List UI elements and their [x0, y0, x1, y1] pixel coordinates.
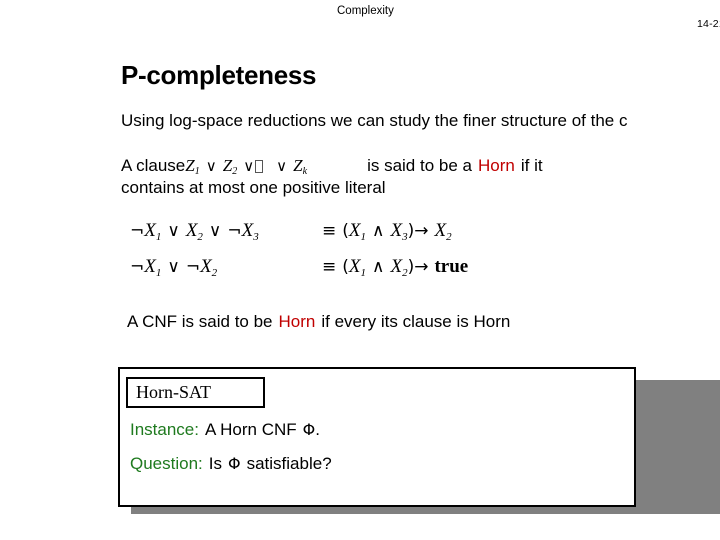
intro-paragraph: Using log-space reductions we can study …: [121, 111, 628, 130]
cnf-suffix-text: if every its clause is Horn: [321, 312, 511, 331]
header-page-number: 14-21: [697, 18, 720, 30]
horn-keyword: Horn: [278, 312, 316, 331]
instance-label: Instance:: [130, 420, 199, 439]
math-row-left: ¬X1 ∨ ¬X2: [130, 256, 218, 279]
question-value-post: satisfiable?: [246, 454, 332, 473]
cnf-definition-line: A CNF is said to be Horn if every its clau…: [127, 312, 510, 332]
instance-value: A Horn CNF: [205, 420, 297, 439]
horn-keyword: Horn: [477, 156, 515, 175]
clause-definition-line2: contains at most one positive literal: [121, 178, 386, 197]
true-literal: true: [434, 256, 469, 277]
phi-symbol: Φ: [228, 454, 241, 473]
question-row: Question: Is Φsatisfiable?: [130, 454, 332, 474]
problem-name-box: Horn-SAT: [126, 377, 265, 408]
clause-definition-paragraph: A clauseZ1 ∨ Z2 ∨ ∨ Zk is said to be a Horn if i…: [121, 155, 543, 197]
instance-period: .: [315, 420, 320, 439]
question-label: Question:: [130, 454, 203, 473]
math-row-right: ≡ (X1 ∧ X2)→ true: [322, 256, 469, 279]
instance-row: Instance: A Horn CNF Φ.: [130, 420, 320, 440]
problem-box: Horn-SAT Instance: A Horn CNF Φ. Question:…: [118, 367, 636, 507]
math-row-left: ¬X1 ∨ X2 ∨ ¬X3: [130, 220, 259, 243]
page-title: P-completeness: [121, 60, 317, 90]
clause-prefix-text: A clause: [121, 156, 186, 175]
clause-suffix-text: if it: [520, 156, 543, 175]
clause-formula: Z1 ∨ Z2 ∨ ∨ Zk: [185, 156, 308, 177]
header-title: Complexity: [337, 5, 394, 17]
question-value-pre: Is: [208, 454, 222, 473]
problem-name-label: Horn-SAT: [136, 382, 211, 402]
clause-middle-text: is said to be a: [367, 156, 472, 175]
phi-symbol: Φ: [302, 420, 316, 439]
math-row-right: ≡ (X1 ∧ X3)→ X2: [322, 220, 452, 243]
missing-glyph-box: [255, 160, 264, 173]
cnf-prefix-text: A CNF is said to be: [127, 312, 273, 331]
slide-canvas: Complexity 14-21 P-completeness Using lo…: [0, 0, 720, 540]
